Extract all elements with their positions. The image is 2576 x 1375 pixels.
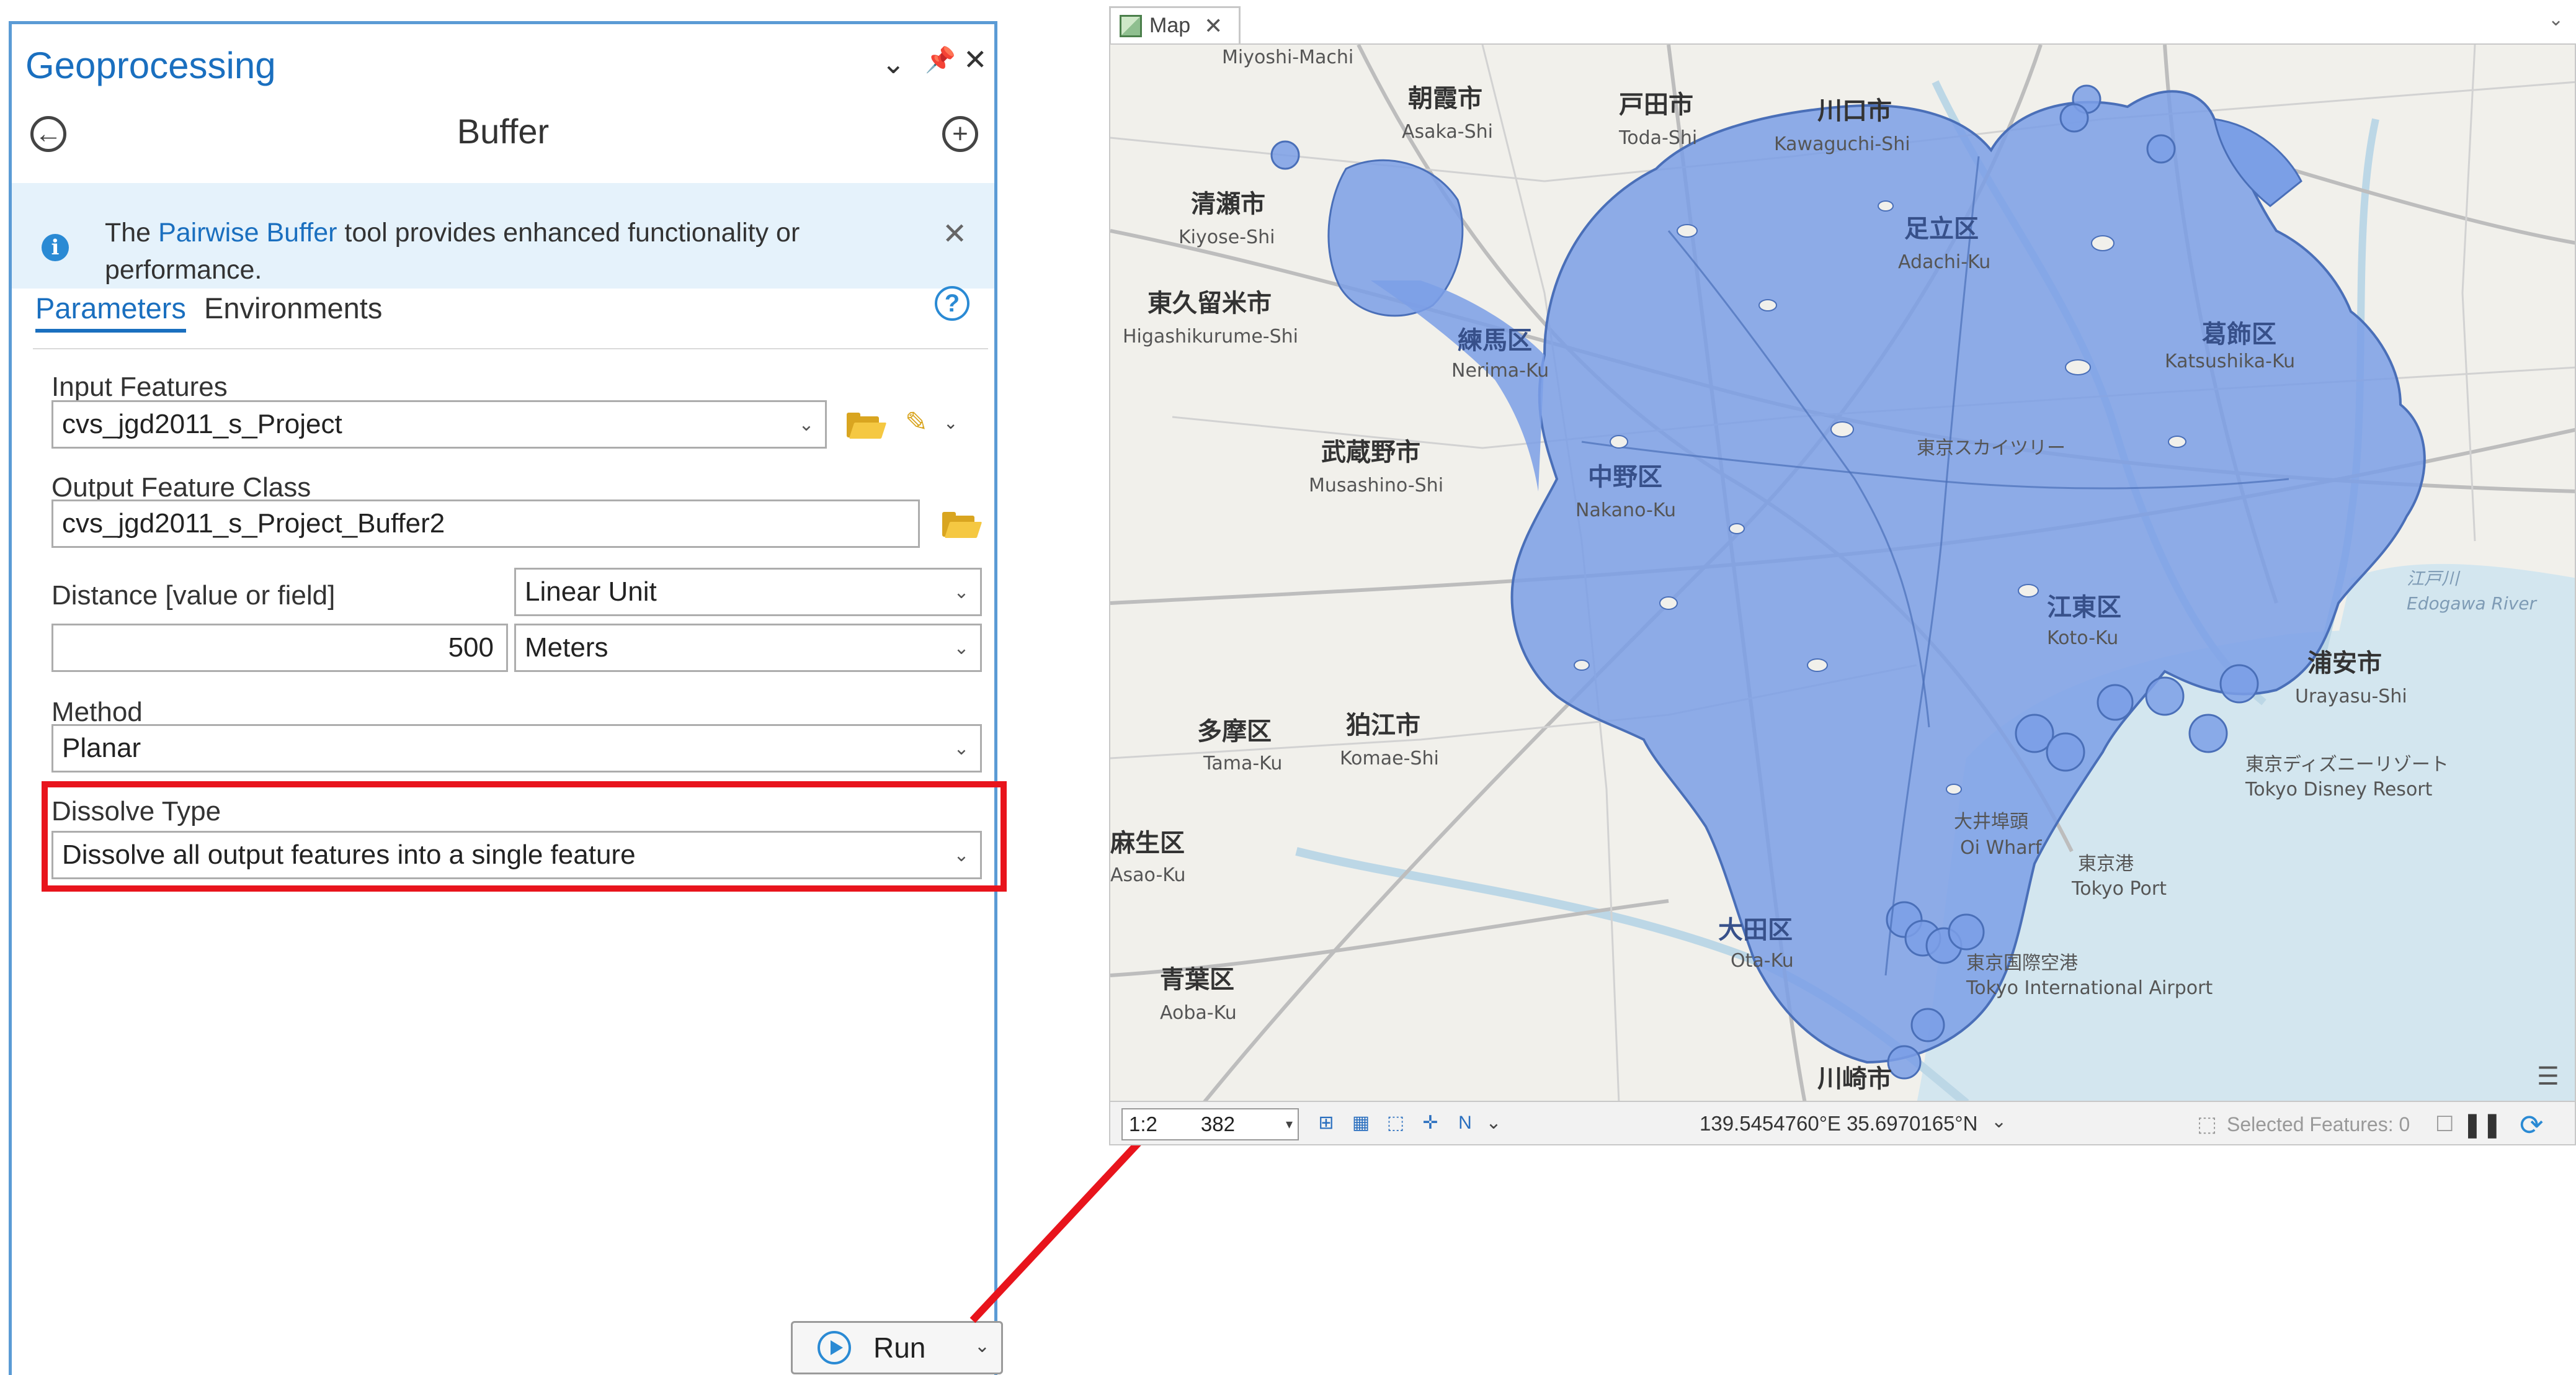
label-miyoshi: Miyoshi-Machi xyxy=(1222,47,1353,68)
basemap: Miyoshi-Machi 朝霞市 Asaka-Shi 戸田市 Toda-Shi… xyxy=(1110,45,2575,1101)
table-of-contents-icon[interactable]: ☰ xyxy=(2537,1062,2559,1091)
label-nakano: Nakano-Ku xyxy=(1575,499,1676,521)
map-icon xyxy=(1120,14,1142,37)
grid-icon[interactable]: ▦ xyxy=(1350,1112,1372,1134)
label-oiwharf: Oi Wharf xyxy=(1960,837,2043,859)
label-kawaguchi-jp: 川口市 xyxy=(1817,97,1892,125)
north-arrow-icon[interactable]: N xyxy=(1454,1112,1476,1134)
label-koto: Koto-Ku xyxy=(2047,627,2118,649)
chevron-down-icon[interactable]: ⌄ xyxy=(1482,1112,1505,1134)
label-tamaku-jp: 多摩区 xyxy=(1197,717,1272,746)
scale-value: 1:2 xyxy=(1129,1113,1157,1135)
label-urayasu-jp: 浦安市 xyxy=(2307,649,2382,678)
label-kawasaki-jp: 川崎市 xyxy=(1817,1065,1892,1093)
label-koto-jp: 江東区 xyxy=(2047,593,2121,622)
map-pane: Map ✕ ⌄ Miyoshi-Machi 朝霞市 Asaka-Shi 戸田市 … xyxy=(1109,0,2576,1154)
label-komae-jp: 狛江市 xyxy=(1346,711,1420,740)
label-adachi-jp: 足立区 xyxy=(1904,215,1979,243)
label-disney: Tokyo Disney Resort xyxy=(2245,779,2433,800)
close-icon[interactable]: ✕ xyxy=(1204,13,1223,39)
label-nerima: Nerima-Ku xyxy=(1451,360,1549,382)
label-kiyose-jp: 清瀬市 xyxy=(1191,190,1265,218)
label-disney-jp: 東京ディズニーリゾート xyxy=(2245,754,2449,776)
label-musashino-jp: 武蔵野市 xyxy=(1321,438,1420,467)
selected-features-count: Selected Features: 0 xyxy=(2227,1113,2410,1135)
pause-drawing-icon[interactable]: ❚❚ xyxy=(2462,1111,2502,1139)
label-toda-jp: 戸田市 xyxy=(1619,91,1693,119)
label-aoba: Aoba-Ku xyxy=(1160,1002,1237,1024)
label-edogawa: Edogawa River xyxy=(2407,593,2538,614)
crosshair-icon[interactable]: ✛ xyxy=(1419,1112,1442,1134)
label-ota-jp: 大田区 xyxy=(1718,916,1793,944)
label-nakano-jp: 中野区 xyxy=(1588,463,1662,491)
label-haneda-jp: 東京国際空港 xyxy=(1966,952,2078,974)
label-katsushika: Katsushika-Ku xyxy=(2165,351,2295,372)
map-tab[interactable]: Map ✕ xyxy=(1109,6,1241,43)
selection-icon[interactable]: ⬚ xyxy=(1384,1112,1407,1134)
label-skytree: 東京スカイツリー xyxy=(1917,437,2066,459)
cursor-coordinates: 139.5454760°E 35.6970165°N xyxy=(1700,1112,1978,1135)
label-tokyoport: Tokyo Port xyxy=(2071,878,2167,900)
label-asao-jp: 麻生区 xyxy=(1110,829,1185,858)
clear-selection-icon[interactable]: ☐ xyxy=(2435,1112,2454,1137)
chevron-down-icon[interactable]: ⌄ xyxy=(2548,9,2564,30)
label-edogawa-jp: 江戸川 xyxy=(2407,568,2461,589)
label-urayasu: Urayasu-Shi xyxy=(2295,686,2407,707)
label-asao: Asao-Ku xyxy=(1110,864,1185,886)
map-view[interactable]: Miyoshi-Machi 朝霞市 Asaka-Shi 戸田市 Toda-Shi… xyxy=(1109,43,2576,1102)
label-komae: Komae-Shi xyxy=(1340,748,1439,769)
map-status-bar: 1:2 382 ▾ ⊞ ▦ ⬚ ✛ N ⌄ 139.5454760°E 35.69… xyxy=(1109,1102,2576,1145)
coordinates-chevron-icon[interactable]: ⌄ xyxy=(1991,1111,2007,1132)
map-tab-label: Map xyxy=(1149,14,1191,37)
label-higashikurume-jp: 東久留米市 xyxy=(1148,289,1272,318)
label-asaka: Asaka-Shi xyxy=(1402,121,1493,143)
selection-tool-icon[interactable]: ⬚ xyxy=(2197,1112,2217,1137)
label-adachi: Adachi-Ku xyxy=(1898,251,1990,273)
label-nerima-jp: 練馬区 xyxy=(1458,326,1532,355)
scale-value-suffix: 382 xyxy=(1200,1113,1235,1135)
label-katsushika-jp: 葛飾区 xyxy=(2202,320,2276,349)
label-asaka-jp: 朝霞市 xyxy=(1408,84,1482,113)
chevron-down-icon[interactable]: ▾ xyxy=(1286,1109,1293,1139)
label-kawaguchi: Kawaguchi-Shi xyxy=(1774,133,1910,155)
label-musashino: Musashino-Shi xyxy=(1309,475,1443,496)
label-ota: Ota-Ku xyxy=(1731,950,1794,972)
label-aoba-jp: 青葉区 xyxy=(1160,965,1234,994)
label-kiyose: Kiyose-Shi xyxy=(1179,226,1275,248)
label-oiwharf-jp: 大井埠頭 xyxy=(1954,811,2028,833)
label-haneda: Tokyo International Airport xyxy=(1966,977,2213,999)
label-tokyoport-jp: 東京港 xyxy=(2078,853,2134,875)
snapping-icon[interactable]: ⊞ xyxy=(1315,1112,1337,1134)
scale-select[interactable]: 1:2 382 ▾ xyxy=(1121,1108,1299,1140)
label-tamaku: Tama-Ku xyxy=(1203,753,1282,774)
refresh-icon[interactable]: ⟳ xyxy=(2520,1108,2544,1142)
label-toda: Toda-Shi xyxy=(1618,127,1697,149)
label-higashikurume: Higashikurume-Shi xyxy=(1123,326,1298,347)
